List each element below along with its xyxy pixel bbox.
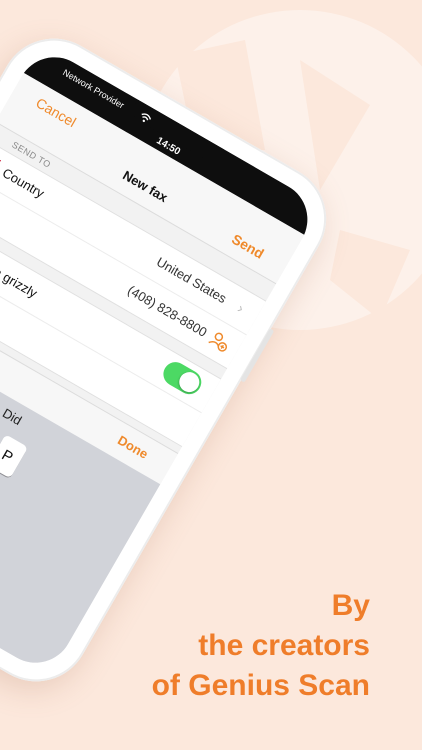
headline-line-1: By [331,589,370,622]
marketing-headline: By the creators of Genius Scan [152,586,370,706]
phone-screen: Network Provider 14:50 Cancel New fax Se… [0,43,322,677]
chevron-right-icon: › [234,299,247,317]
us-flag-icon [0,153,1,171]
key-p[interactable]: P [0,433,28,479]
send-button[interactable]: Send [229,231,267,262]
country-label: Country [0,165,47,201]
phone-mockup: Network Provider 14:50 Cancel New fax Se… [0,18,346,702]
headline-line-2: the creators [198,629,370,662]
done-button[interactable]: Done [115,433,151,462]
contact-picker-icon[interactable] [206,327,233,354]
toggle-knob [175,368,203,396]
headline-line-3: of Genius Scan [151,669,370,702]
